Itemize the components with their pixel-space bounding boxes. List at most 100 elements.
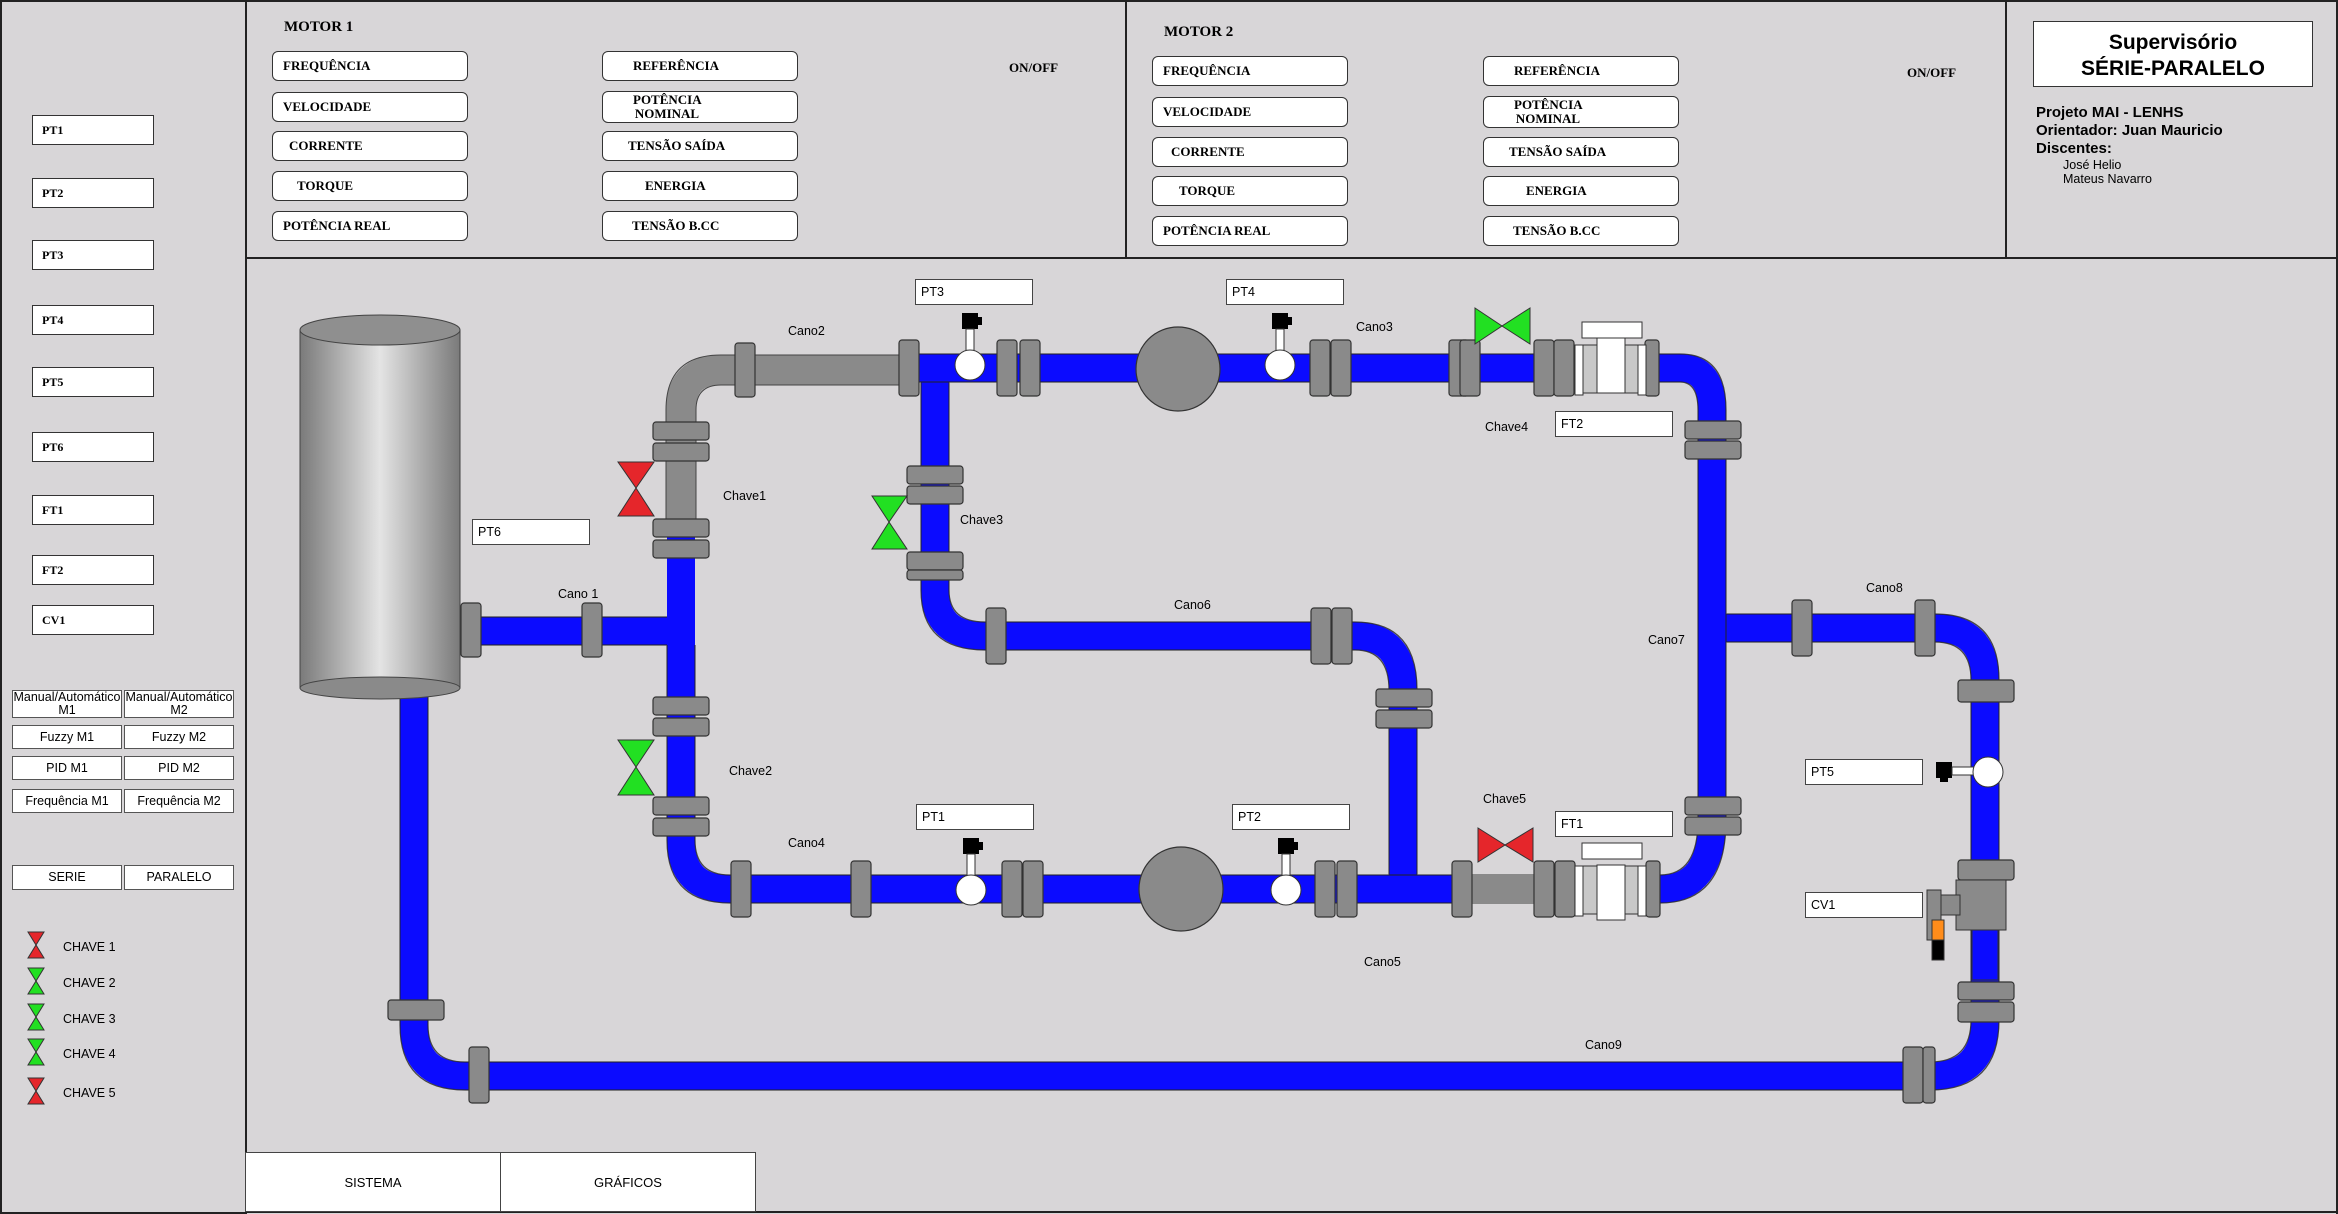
tab-graficos[interactable]: GRÁFICOS	[500, 1152, 756, 1212]
motor1-tensao-saida: TENSÃO SAÍDA	[602, 131, 798, 161]
active-pipes	[400, 354, 1999, 1090]
label-chave5: Chave5	[1483, 792, 1526, 806]
chave5-valve-icon	[1477, 827, 1534, 863]
motor2-onoff[interactable]: ON/OFF	[1907, 65, 1956, 81]
serie-button[interactable]: SERIE	[12, 865, 122, 890]
label-chave3: Chave3	[960, 513, 1003, 527]
project-label: Projeto MAI - LENHS	[2036, 104, 2184, 121]
sensor-ft1: FT1	[32, 495, 154, 525]
legend-chave-4: CHAVE 4	[63, 1047, 116, 1061]
label-chave2: Chave2	[729, 764, 772, 778]
ft2-flowmeter-icon	[1574, 321, 1647, 396]
motor-divider-1	[1125, 0, 1127, 258]
manual-auto-m2-button[interactable]: Manual/Automático M2	[124, 690, 234, 718]
ft1-readout: FT1	[1555, 811, 1673, 837]
pipe-flanges	[387, 339, 2015, 1104]
pid-m2-button[interactable]: PID M2	[124, 756, 234, 780]
pt1-gauge-icon	[955, 838, 987, 906]
sensor-cv1: CV1	[32, 605, 154, 635]
sensor-pt5: PT5	[32, 367, 154, 397]
chave1-valve-icon	[617, 461, 655, 517]
student-1: José Helio	[2063, 158, 2122, 172]
motor2-potencia-real: POTÊNCIA REAL	[1152, 216, 1348, 246]
motor1-velocidade: VELOCIDADE	[272, 92, 468, 122]
app-title-box: Supervisório SÉRIE-PARALELO	[2033, 21, 2313, 87]
label-chave4: Chave4	[1485, 420, 1528, 434]
paralelo-button[interactable]: PARALELO	[124, 865, 234, 890]
motor1-onoff[interactable]: ON/OFF	[1009, 60, 1058, 76]
pt2-gauge-icon	[1270, 838, 1302, 906]
label-chave1: Chave1	[723, 489, 766, 503]
pt6-readout: PT6	[472, 519, 590, 545]
pump-motor-1-icon	[1138, 846, 1224, 932]
pt3-readout: PT3	[915, 279, 1033, 305]
students-label: Discentes:	[2036, 140, 2112, 157]
motor2-potencia-nominal: POTÊNCIA NOMINAL	[1483, 96, 1679, 128]
sensor-ft2: FT2	[32, 555, 154, 585]
chave-5-legend-icon	[27, 1077, 45, 1105]
sensor-pt4: PT4	[32, 305, 154, 335]
ft2-readout: FT2	[1555, 411, 1673, 437]
motor2-torque: TORQUE	[1152, 176, 1348, 206]
label-cano3: Cano3	[1356, 320, 1393, 334]
motor1-referencia: REFERÊNCIA	[602, 51, 798, 81]
process-diagram: Cano 1 Cano2 Cano3 Cano4 Cano5 Cano6 Can…	[299, 307, 2015, 1104]
sensor-pt1: PT1	[32, 115, 154, 145]
motor1-energia: ENERGIA	[602, 171, 798, 201]
chave2-valve-icon	[617, 739, 655, 796]
pid-m1-button[interactable]: PID M1	[12, 756, 122, 780]
chave-4-legend-icon	[27, 1038, 45, 1066]
frequencia-m2-button[interactable]: Frequência M2	[124, 789, 234, 813]
motor1-torque: TORQUE	[272, 171, 468, 201]
app-title-line1: Supervisório	[2108, 31, 2238, 54]
motor2-velocidade: VELOCIDADE	[1152, 97, 1348, 127]
chave3-valve-icon	[871, 495, 908, 550]
chave-3-legend-icon	[27, 1003, 45, 1031]
fuzzy-m1-button[interactable]: Fuzzy M1	[12, 725, 122, 749]
pt4-gauge-icon	[1264, 313, 1296, 381]
frequencia-m1-button[interactable]: Frequência M1	[12, 789, 122, 813]
label-cano8: Cano8	[1866, 581, 1903, 595]
legend-valve-icons	[27, 931, 45, 1105]
tab-sistema[interactable]: SISTEMA	[245, 1152, 501, 1212]
chave4-valve-icon	[1474, 307, 1531, 345]
ft1-flowmeter-icon	[1574, 842, 1647, 921]
motor1-tensao-bcc: TENSÃO B.CC	[602, 211, 798, 241]
motor1-title: MOTOR 1	[284, 19, 354, 35]
motor2-frequencia: FREQUÊNCIA	[1152, 56, 1348, 86]
fuzzy-m2-button[interactable]: Fuzzy M2	[124, 725, 234, 749]
pump-motor-2-icon	[1135, 326, 1221, 412]
sensor-pt2: PT2	[32, 178, 154, 208]
motor1-frequencia: FREQUÊNCIA	[272, 51, 468, 81]
motor2-referencia: REFERÊNCIA	[1483, 56, 1679, 86]
motor1-corrente: CORRENTE	[272, 131, 468, 161]
manual-auto-m1-button[interactable]: Manual/Automático M1	[12, 690, 122, 718]
chave-2-legend-icon	[27, 967, 45, 995]
motor-divider-2	[2005, 0, 2007, 258]
sensor-pt3: PT3	[32, 240, 154, 270]
legend-chave-5: CHAVE 5	[63, 1086, 116, 1100]
motor2-energia: ENERGIA	[1483, 176, 1679, 206]
pt4-readout: PT4	[1226, 279, 1344, 305]
cv1-control-valve-icon	[1926, 879, 2007, 981]
label-cano6: Cano6	[1174, 598, 1211, 612]
label-cano9: Cano9	[1585, 1038, 1622, 1052]
motor2-tensao-saida: TENSÃO SAÍDA	[1483, 137, 1679, 167]
pt5-gauge-icon	[1936, 756, 2004, 788]
pt2-readout: PT2	[1232, 804, 1350, 830]
app-title-line2: SÉRIE-PARALELO	[2081, 57, 2265, 80]
reservoir-tank	[299, 314, 461, 700]
label-cano7: Cano7	[1648, 633, 1685, 647]
student-2: Mateus Navarro	[2063, 172, 2152, 186]
pt1-readout: PT1	[916, 804, 1034, 830]
advisor-label: Orientador: Juan Mauricio	[2036, 122, 2223, 139]
legend-chave-2: CHAVE 2	[63, 976, 116, 990]
motor2-title: MOTOR 2	[1164, 24, 1234, 40]
pt5-readout: PT5	[1805, 759, 1923, 785]
motor2-tensao-bcc: TENSÃO B.CC	[1483, 216, 1679, 246]
pt3-gauge-icon	[954, 313, 986, 381]
sensor-pt6: PT6	[32, 432, 154, 462]
legend-chave-3: CHAVE 3	[63, 1012, 116, 1026]
chave-1-legend-icon	[27, 931, 45, 959]
motor2-corrente: CORRENTE	[1152, 137, 1348, 167]
